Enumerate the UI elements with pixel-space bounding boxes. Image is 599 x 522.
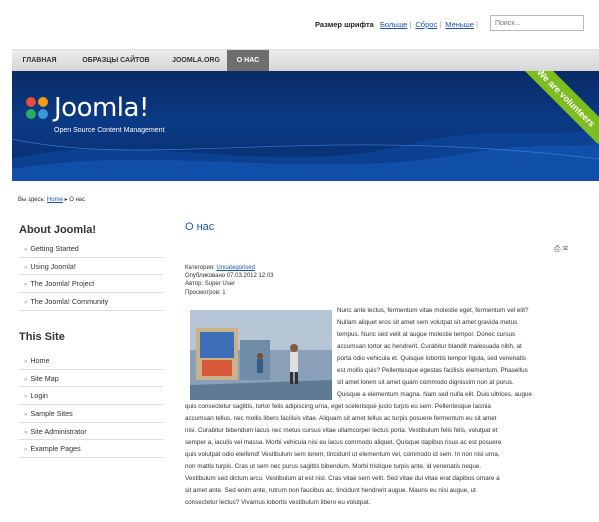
sidebar-item-example-pages[interactable]: » Example Pages [19, 440, 163, 459]
nav-item-home[interactable]: ГЛАВНАЯ [12, 50, 67, 72]
article-line: tempus. Nunc sed velit at augue molestie… [337, 331, 516, 338]
category-label: Категория: [185, 265, 215, 271]
category-link[interactable]: Uncategorised [216, 265, 255, 271]
breadcrumb-arrow-icon: ▸ [64, 197, 68, 203]
article-image [190, 310, 332, 400]
article-line: Nunc ante lectus, fermentum vitae molest… [337, 307, 529, 314]
article-line: porta odio vehicula et. Quisque lobortis… [337, 355, 527, 362]
article-line: quis volutpat odio eleifend! Vestibulum … [185, 451, 500, 458]
article-line: sit amet lorem sit amet quam commodo dig… [337, 379, 514, 386]
tagline: Open Source Content Management [54, 127, 165, 134]
author: Автор: Super User [185, 281, 236, 288]
sidebar-site-module: This Site » Home » Site Map » Login » Sample… [19, 331, 163, 459]
article-line: semper a, iaculis vel massa. Morbi vehic… [185, 439, 502, 446]
article-line: non mattis turpis. Cras ut sem nec purus… [185, 463, 482, 470]
article-line: quis consectetur sagittis, tortor felis … [185, 403, 491, 410]
sidebar-item-using-joomla[interactable]: » Using Joomla! [19, 258, 163, 276]
nav-item-about[interactable]: О НАС [227, 50, 269, 72]
font-smaller-link[interactable]: Меньше [445, 20, 474, 29]
joomla-logo-icon [26, 97, 48, 119]
breadcrumb: Вы здесь: Home ▸ О нас [18, 196, 85, 203]
sidebar-item-getting-started[interactable]: » Getting Started [19, 240, 163, 258]
sidebar-item-joomla-community[interactable]: » The Joomla! Community [19, 293, 163, 311]
search-input[interactable] [490, 15, 584, 31]
top-utility-bar: Размер шрифта Больше | Сброс | Меньше | [0, 0, 599, 44]
sidebar-item-site-administrator[interactable]: » Site Administrator [19, 423, 163, 441]
article-line: accumsan tortor ac hendrerit. Curabitur … [337, 343, 522, 350]
sidebar-about-title: About Joomla! [19, 224, 96, 236]
sidebar-item-home[interactable]: » Home [19, 352, 163, 370]
font-size-controls: Размер шрифта Больше | Сброс | Меньше | [315, 20, 478, 29]
email-icon[interactable]: ✉ [563, 244, 569, 253]
article-meta: Категория: Uncategorised Опубликовано 07… [185, 264, 274, 297]
sidebar-item-site-map[interactable]: » Site Map [19, 370, 163, 388]
article-title: О нас [185, 221, 215, 233]
sidebar-site-title: This Site [19, 331, 65, 343]
sidebar-item-joomla-project[interactable]: » The Joomla! Project [19, 275, 163, 294]
sidebar-item-sample-sites[interactable]: » Sample Sites [19, 405, 163, 423]
nav-item-sample-sites[interactable]: ОБРАЗЦЫ САЙТОВ [67, 50, 165, 72]
font-reset-link[interactable]: Сброс [415, 20, 437, 29]
nav-item-joomla-org[interactable]: JOOMLA.ORG [165, 50, 227, 72]
article-line: est mollis quis? Pellentesque egestas fa… [337, 367, 528, 374]
font-size-label: Размер шрифта [315, 20, 374, 29]
print-icon[interactable]: ⎙ [554, 244, 560, 253]
logo-text: Joomla! [54, 93, 149, 123]
breadcrumb-home-link[interactable]: Home [47, 197, 63, 203]
article-line: sit amet ante. Sed enim ante, rutrum non… [185, 487, 476, 494]
sidebar-item-login[interactable]: » Login [19, 387, 163, 406]
article-line: consectetur lectus? Vivamus lobortis ves… [185, 499, 371, 506]
breadcrumb-current: О нас [69, 197, 86, 203]
header-banner: Joomla! Open Source Content Management W… [12, 71, 599, 181]
article-line: nisi. Curabitur bibendum lacus nec metus… [185, 427, 498, 434]
article-text-wrap: Nunc ante lectus, fermentum vitae molest… [337, 305, 532, 401]
article-line: Vestibulum sed dictum arcu. Vestibulum a… [185, 475, 500, 482]
article-actions: ⎙ ✉ [554, 244, 568, 254]
article-line: accumsan tellus, nec mollis libero facil… [185, 415, 497, 422]
font-bigger-link[interactable]: Больше [380, 20, 407, 29]
main-nav: ГЛАВНАЯ ОБРАЗЦЫ САЙТОВ JOOMLA.ORG О НАС [12, 49, 599, 72]
article-line: Nullam aliquet eros sit amet sem volutpa… [337, 319, 518, 326]
published-date: Опубликовано 07.03.2012 12:03 [185, 273, 274, 280]
hits: Просмотров: 1 [185, 289, 226, 296]
breadcrumb-prefix: Вы здесь: [18, 197, 46, 203]
sidebar-about-module: About Joomla! » Getting Started » Using Jo… [19, 224, 163, 311]
article-line: Quisque a elementum magna. Nam sed nulla… [337, 391, 532, 398]
article-text-full: quis consectetur sagittis, tortor felis … [185, 401, 501, 509]
